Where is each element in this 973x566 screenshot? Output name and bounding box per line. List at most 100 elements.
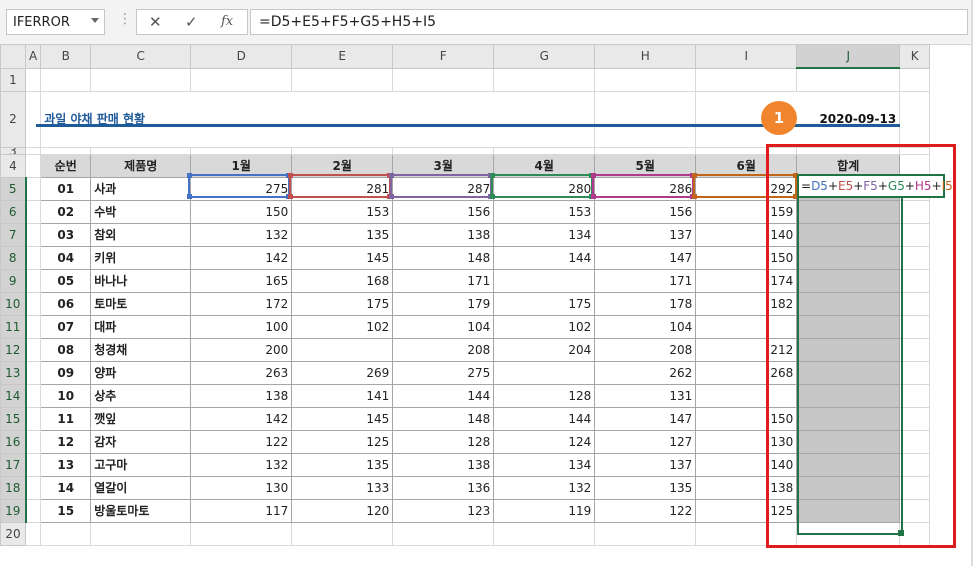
sales-value-cell[interactable]: 142 [190, 245, 293, 270]
total-cell[interactable] [796, 245, 901, 270]
cell[interactable] [24, 475, 42, 500]
sales-value-cell[interactable]: 212 [695, 337, 798, 362]
cell[interactable] [24, 360, 42, 385]
cell[interactable] [24, 222, 42, 247]
cell[interactable] [40, 67, 92, 92]
cell[interactable] [392, 146, 495, 155]
x-icon[interactable]: ✕ [149, 13, 162, 31]
sales-value-cell[interactable]: 127 [594, 429, 697, 454]
sales-value-cell[interactable]: 138 [695, 475, 798, 500]
total-cell[interactable] [796, 429, 901, 454]
sales-value-cell[interactable]: 104 [392, 314, 495, 339]
sales-value-cell[interactable]: 175 [291, 291, 394, 316]
cell[interactable] [594, 521, 697, 546]
row-number-cell[interactable]: 10 [40, 383, 92, 408]
row-header-8[interactable]: 8 [0, 245, 27, 270]
total-cell[interactable] [796, 199, 901, 224]
cell[interactable] [24, 429, 42, 454]
row-number-cell[interactable]: 14 [40, 475, 92, 500]
row-header-9[interactable]: 9 [0, 268, 27, 293]
product-name-cell[interactable]: 바나나 [90, 268, 192, 293]
cell[interactable] [695, 67, 798, 92]
sales-value-cell[interactable]: 144 [392, 383, 495, 408]
cell[interactable] [24, 176, 42, 201]
cell[interactable] [899, 67, 931, 92]
sales-value-cell[interactable]: 135 [291, 452, 394, 477]
cell[interactable] [899, 90, 931, 148]
sales-value-cell[interactable]: 175 [493, 291, 596, 316]
sales-value-cell[interactable]: 132 [493, 475, 596, 500]
cell[interactable] [594, 67, 697, 92]
sales-value-cell[interactable]: 156 [594, 199, 697, 224]
total-cell[interactable] [796, 314, 901, 339]
product-name-cell[interactable]: 깻잎 [90, 406, 192, 431]
sales-value-cell[interactable]: 200 [190, 337, 293, 362]
cell[interactable] [291, 146, 394, 155]
product-name-cell[interactable]: 청경채 [90, 337, 192, 362]
row-header-5[interactable]: 5 [0, 176, 27, 201]
row-number-cell[interactable]: 13 [40, 452, 92, 477]
cell[interactable] [695, 521, 798, 546]
sales-value-cell[interactable] [493, 360, 596, 385]
fx-icon[interactable]: fx [221, 14, 233, 29]
total-cell[interactable] [796, 360, 901, 385]
cell[interactable] [24, 452, 42, 477]
row-number-cell[interactable]: 08 [40, 337, 92, 362]
sales-value-cell[interactable]: 133 [291, 475, 394, 500]
cell[interactable] [291, 521, 394, 546]
sales-value-cell[interactable]: 208 [594, 337, 697, 362]
cell[interactable] [291, 67, 394, 92]
row-header-12[interactable]: 12 [0, 337, 27, 362]
sales-value-cell[interactable]: 132 [190, 452, 293, 477]
total-cell[interactable] [796, 498, 901, 523]
cell[interactable] [392, 67, 495, 92]
cell[interactable] [24, 199, 42, 224]
row-number-cell[interactable]: 09 [40, 360, 92, 385]
sales-value-cell[interactable]: 123 [392, 498, 495, 523]
cell[interactable] [796, 521, 901, 546]
sales-value-cell[interactable]: 138 [392, 222, 495, 247]
row-number-cell[interactable]: 06 [40, 291, 92, 316]
sales-value-cell[interactable]: 147 [594, 245, 697, 270]
sales-value-cell[interactable]: 172 [190, 291, 293, 316]
sales-value-cell[interactable]: 159 [695, 199, 798, 224]
sales-value-cell[interactable]: 122 [190, 429, 293, 454]
row-number-cell[interactable]: 03 [40, 222, 92, 247]
cell[interactable] [899, 337, 931, 362]
name-box[interactable]: IFERROR [6, 9, 105, 35]
cell[interactable] [899, 521, 931, 546]
row-number-cell[interactable]: 05 [40, 268, 92, 293]
row-header-10[interactable]: 10 [0, 291, 27, 316]
sales-value-cell[interactable]: 178 [594, 291, 697, 316]
product-name-cell[interactable]: 참외 [90, 222, 192, 247]
product-name-cell[interactable]: 수박 [90, 199, 192, 224]
cell[interactable] [899, 452, 931, 477]
total-cell[interactable] [796, 383, 901, 408]
sales-value-cell[interactable]: 174 [695, 268, 798, 293]
cell[interactable] [24, 406, 42, 431]
cell[interactable] [24, 498, 42, 523]
row-header-7[interactable]: 7 [0, 222, 27, 247]
column-header-i[interactable]: I [695, 44, 798, 69]
cell[interactable] [796, 146, 901, 155]
sales-value-cell[interactable]: 150 [695, 406, 798, 431]
cell[interactable] [493, 146, 596, 155]
row-number-cell[interactable]: 12 [40, 429, 92, 454]
total-cell[interactable] [796, 452, 901, 477]
sales-value-cell[interactable]: 128 [392, 429, 495, 454]
sales-value-cell[interactable]: 122 [594, 498, 697, 523]
cell[interactable] [90, 67, 192, 92]
row-header-16[interactable]: 16 [0, 429, 27, 454]
sales-value-cell[interactable]: 204 [493, 337, 596, 362]
sales-value-cell[interactable]: 138 [190, 383, 293, 408]
sales-value-cell[interactable]: 153 [291, 199, 394, 224]
sales-value-cell[interactable]: 144 [493, 245, 596, 270]
row-number-cell[interactable]: 02 [40, 199, 92, 224]
sales-value-cell[interactable]: 128 [493, 383, 596, 408]
row-number-cell[interactable]: 04 [40, 245, 92, 270]
sales-value-cell[interactable]: 171 [392, 268, 495, 293]
column-header-f[interactable]: F [392, 44, 495, 69]
sales-value-cell[interactable] [291, 337, 394, 362]
sales-value-cell[interactable]: 148 [392, 406, 495, 431]
cell[interactable] [24, 90, 42, 148]
